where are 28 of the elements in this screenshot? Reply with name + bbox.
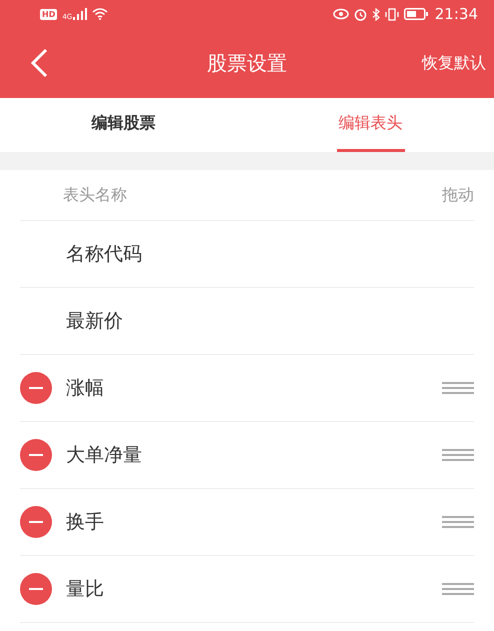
page-title: 股票设置 <box>207 50 287 76</box>
wifi-icon <box>92 8 108 20</box>
row-label: 量比 <box>66 577 104 602</box>
vibrate-icon <box>384 8 399 20</box>
back-icon[interactable] <box>30 48 50 78</box>
restore-default-button[interactable]: 恢复默认 <box>418 48 490 78</box>
row-label: 换手 <box>66 510 104 535</box>
column-heading: 拖动 <box>442 184 474 206</box>
signal-icon <box>73 8 88 20</box>
clock-time: 21:34 <box>434 5 478 23</box>
alarm-icon <box>354 8 367 20</box>
hd-badge: HD <box>40 8 58 20</box>
remove-icon[interactable] <box>20 372 52 404</box>
remove-icon[interactable] <box>20 506 52 538</box>
remove-icon[interactable] <box>20 573 52 605</box>
drag-handle-icon[interactable] <box>442 515 474 529</box>
row-label: 最新价 <box>66 309 123 334</box>
drag-handle-icon[interactable] <box>442 381 474 395</box>
row-label: 名称代码 <box>66 242 142 267</box>
drag-handle-icon[interactable] <box>442 448 474 462</box>
drag-handle-icon[interactable] <box>442 582 474 596</box>
row-label: 大单净量 <box>66 443 142 468</box>
column-heading: 表头名称 <box>63 184 127 206</box>
remove-icon[interactable] <box>20 439 52 471</box>
battery-icon <box>404 8 428 20</box>
row-label: 涨幅 <box>66 376 104 401</box>
bluetooth-icon <box>372 8 380 20</box>
eye-icon <box>332 8 349 20</box>
